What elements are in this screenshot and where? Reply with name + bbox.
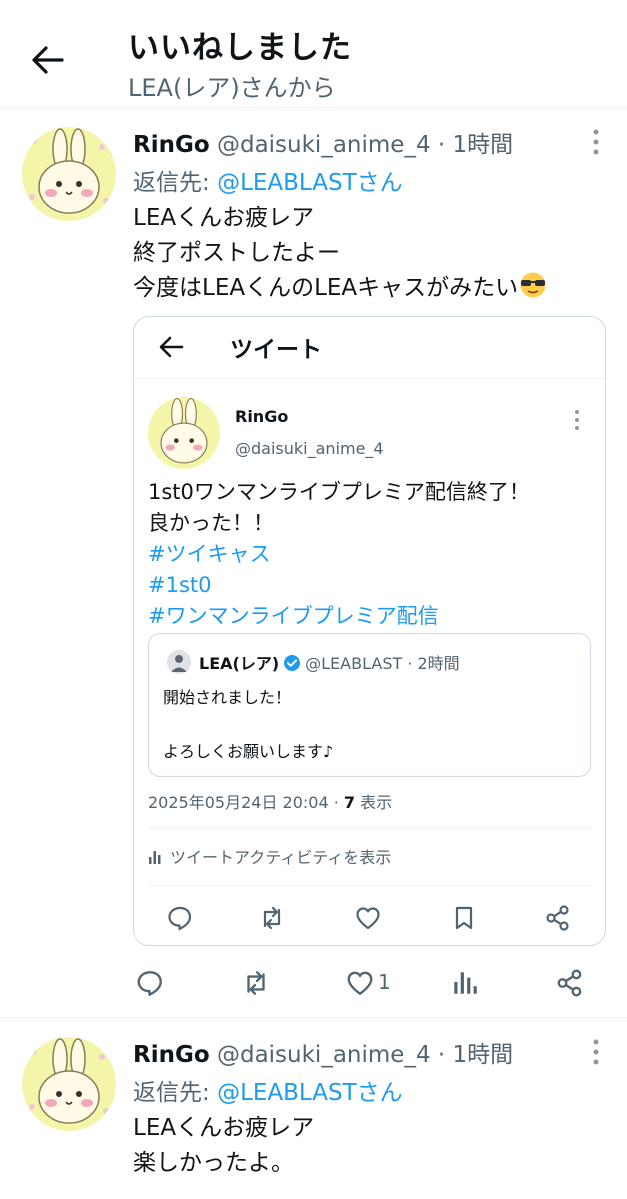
display-name: RinGo xyxy=(235,407,289,426)
share-icon[interactable] xyxy=(555,968,585,998)
reply-prefix: 返信先: xyxy=(133,1080,218,1106)
embedded-header: ツイート xyxy=(134,317,605,379)
divider xyxy=(148,885,593,886)
display-name[interactable]: RinGo xyxy=(133,1042,210,1068)
reply-to-link[interactable]: @LEABLASTさん xyxy=(217,170,403,196)
avatar xyxy=(148,397,220,469)
quoted-text-line: 開始されました！ xyxy=(163,688,292,707)
tweet-text-line: LEAくんお疲レア xyxy=(133,1115,315,1141)
top-header: いいねしました LEA(レア)さんから xyxy=(0,0,627,108)
reply-prefix: 返信先: xyxy=(133,170,218,196)
quoted-text-line: よろしくお願いします♪ xyxy=(163,742,334,761)
avatar[interactable] xyxy=(22,1037,116,1131)
views-label: 表示 xyxy=(355,793,393,812)
reply-to: 返信先: @LEABLASTさん xyxy=(133,1073,403,1107)
quoted-tweet-header: LEA(レア) @LEABLAST · 2時間 xyxy=(199,650,460,674)
views-count: 7 xyxy=(343,793,356,812)
sunglasses-emoji-icon xyxy=(518,272,548,298)
page-title: いいねしました xyxy=(128,30,352,66)
analytics-icon[interactable] xyxy=(450,968,480,998)
like-icon[interactable] xyxy=(345,968,375,998)
avatar[interactable] xyxy=(22,127,116,221)
retweet-icon xyxy=(258,904,286,932)
tweet-item[interactable]: RinGo @daisuki_anime_4 · 1時間 返信先: @LEABL… xyxy=(0,1018,627,1199)
back-arrow-icon[interactable] xyxy=(30,42,66,78)
tweet-header: RinGo @daisuki_anime_4 · 1時間 xyxy=(133,125,513,159)
user-handle[interactable]: @daisuki_anime_4 xyxy=(217,132,431,158)
tweet-time: · 1時間 xyxy=(437,132,514,158)
hashtag: #1st0 xyxy=(148,573,212,597)
tweet-header: RinGo @daisuki_anime_4 · 1時間 xyxy=(133,1035,513,1069)
tweet-text: LEAくんお疲レア 終了ポストしたよー 今度はLEAくんのLEAキャスがみたい xyxy=(133,201,548,306)
more-options-icon xyxy=(573,409,581,431)
reply-icon[interactable] xyxy=(135,968,165,998)
tweet-time: · 1時間 xyxy=(437,1042,514,1068)
display-name[interactable]: RinGo xyxy=(133,132,210,158)
like-count: 1 xyxy=(378,970,391,994)
avatar xyxy=(167,650,191,674)
reply-icon xyxy=(166,904,194,932)
quoted-tweet: LEA(レア) @LEABLAST · 2時間 開始されました！ よろしくお願いし… xyxy=(148,633,591,777)
analytics-icon xyxy=(148,849,164,865)
display-name: LEA(レア) xyxy=(199,654,280,673)
retweet-icon[interactable] xyxy=(241,968,271,998)
more-options-icon[interactable] xyxy=(591,1038,601,1066)
quoted-tweet-text: 開始されました！ よろしくお願いします♪ xyxy=(163,684,333,765)
tweet-item[interactable]: RinGo @daisuki_anime_4 · 1時間 返信先: @LEABL… xyxy=(0,108,627,1018)
like-icon xyxy=(354,904,382,932)
verified-badge-icon xyxy=(283,654,301,672)
hashtag: #ツイキャス xyxy=(148,542,271,566)
tweet-text-line: 良かった！！ xyxy=(148,511,274,535)
tweet-text-line-content: 今度はLEAくんのLEAキャスがみたい xyxy=(133,275,519,301)
embedded-tweet-image[interactable]: ツイート RinGo @daisuki_anime_4 1st0ワンマンライブプ… xyxy=(133,316,606,946)
user-handle: @daisuki_anime_4 xyxy=(235,439,384,458)
tweet-text-line: LEAくんお疲レア xyxy=(133,205,315,231)
tweet-timestamp: 2025年05月24日 20:04 · 7 表示 xyxy=(148,789,392,813)
share-icon xyxy=(544,904,572,932)
hashtag: #ワンマンライブプレミア配信 xyxy=(148,604,439,628)
timestamp-text: 2025年05月24日 20:04 · xyxy=(148,793,344,812)
tweet-activity-link: ツイートアクティビティを表示 xyxy=(148,844,391,868)
divider xyxy=(148,827,593,828)
activity-label: ツイートアクティビティを表示 xyxy=(170,848,392,867)
tweet-text-line: 今度はLEAくんのLEAキャスがみたい xyxy=(133,271,548,306)
embedded-header-title: ツイート xyxy=(230,337,322,363)
tweet-text-line: 楽しかったよ。 xyxy=(133,1150,294,1176)
page-subtitle: LEA(レア)さんから xyxy=(128,74,336,102)
bookmark-icon xyxy=(450,904,478,932)
embedded-tweet-text: 1st0ワンマンライブプレミア配信終了！ 良かった！！ #ツイキャス #1st0… xyxy=(148,477,530,632)
tweet-text-line: 1st0ワンマンライブプレミア配信終了！ xyxy=(148,480,530,504)
reply-to: 返信先: @LEABLASTさん xyxy=(133,163,403,197)
back-arrow-icon xyxy=(157,333,185,361)
more-options-icon[interactable] xyxy=(591,128,601,156)
reply-to-link[interactable]: @LEABLASTさん xyxy=(217,1080,403,1106)
tweet-text: LEAくんお疲レア 楽しかったよ。 xyxy=(133,1111,314,1181)
user-handle[interactable]: @daisuki_anime_4 xyxy=(217,1042,431,1068)
user-handle: @LEABLAST · 2時間 xyxy=(305,654,460,673)
tweet-text-line: 終了ポストしたよー xyxy=(133,240,340,266)
